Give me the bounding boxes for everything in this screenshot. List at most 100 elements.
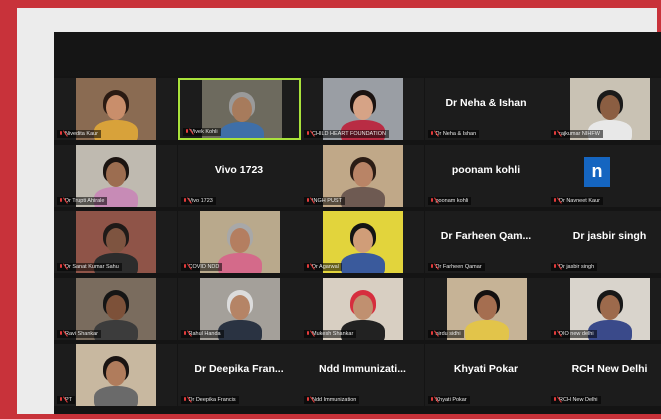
participant-tile[interactable]: rajkumar NIHFW xyxy=(548,78,661,140)
participant-face xyxy=(231,97,252,122)
participant-name-label: Dr Agarwal xyxy=(304,263,342,271)
participant-tile[interactable]: Dr Farheen Qam... Dr Farheen Qamar xyxy=(424,211,548,273)
participant-name-text: COVID NDD xyxy=(188,264,220,270)
participant-name-text: Dr Navneet Kaur xyxy=(559,197,600,204)
participant-tile[interactable]: COVID NDD xyxy=(177,211,301,273)
participant-name-text: DIO new delhi xyxy=(559,330,594,337)
muted-mic-icon xyxy=(59,264,63,270)
participant-name-text: RCH New Delhi xyxy=(559,397,598,403)
participant-face xyxy=(106,95,126,120)
muted-mic-icon xyxy=(553,264,557,270)
participant-face xyxy=(476,294,497,320)
muted-mic-icon xyxy=(306,131,310,137)
participant-tile[interactable]: Rahul Handa xyxy=(177,277,301,340)
avatar-logo: n xyxy=(584,156,610,187)
participant-name-label: nirdu sidhi xyxy=(427,329,464,338)
participant-name-text: nirdu sidhi xyxy=(435,330,461,337)
participant-name-label: DIO new delhi xyxy=(551,329,597,338)
participant-display-name: Dr Deepika Fran... xyxy=(194,363,284,375)
participant-name-text: Nivedita Kaur xyxy=(65,131,99,137)
participant-name-text: Dr Agarwal xyxy=(312,264,339,270)
participant-name-text: Ndd Immunization xyxy=(312,397,357,403)
participant-tile[interactable]: Dr Deepika Fran... Dr Deepika Francis xyxy=(177,344,301,406)
participant-tile[interactable]: Nivedita Kaur xyxy=(54,78,177,140)
participant-tile[interactable]: Mukesh Shankar xyxy=(301,277,424,340)
participant-display-name: Ndd Immunizati... xyxy=(319,363,406,375)
participant-name-text: poonam kohli xyxy=(435,197,469,204)
muted-mic-icon xyxy=(553,197,557,204)
muted-mic-icon xyxy=(59,197,63,204)
muted-mic-icon xyxy=(183,330,187,337)
participant-name-label: Nivedita Kaur xyxy=(57,130,102,138)
meeting-window: Nivedita Kaur Vivek Kohli CHILD HEART FOUN… xyxy=(54,32,661,414)
meeting-top-bar xyxy=(54,32,661,76)
participant-tile[interactable]: PT xyxy=(54,344,177,406)
muted-mic-icon xyxy=(185,129,189,135)
participant-face xyxy=(353,228,373,253)
muted-mic-icon xyxy=(183,197,187,204)
participant-tile[interactable]: DIO new delhi xyxy=(548,277,661,340)
participant-name-label: Vivek Kohli xyxy=(182,128,221,136)
muted-mic-icon xyxy=(430,264,434,270)
participant-tile[interactable]: Vivo 1723 Vivo 1723 xyxy=(177,144,301,207)
participant-name-label: CHILD HEART FOUNDATION xyxy=(304,130,389,138)
participant-tile[interactable]: Dr Agarwal xyxy=(301,211,424,273)
participant-name-label: INGH PUST xyxy=(304,196,345,205)
participant-name-text: Dr jasbir singh xyxy=(559,264,595,270)
participant-name-label: RCH New Delhi xyxy=(551,396,601,404)
participant-tile[interactable]: poonam kohli poonam kohli xyxy=(424,144,548,207)
participant-face xyxy=(106,228,126,253)
participant-name-label: Dr Neha & Ishan xyxy=(427,130,480,138)
participant-face xyxy=(106,361,126,386)
participant-tile[interactable]: INGH PUST xyxy=(301,144,424,207)
participant-tile[interactable]: CHILD HEART FOUNDATION xyxy=(301,78,424,140)
participant-name-label: Dr Navneet Kaur xyxy=(551,196,603,205)
participant-face xyxy=(600,294,620,320)
participant-name-label: Ndd Immunization xyxy=(304,396,360,404)
muted-mic-icon xyxy=(183,397,187,403)
participant-name-text: Dr Deepika Francis xyxy=(188,397,236,403)
participant-display-name: RCH New Delhi xyxy=(571,363,648,375)
muted-mic-icon xyxy=(306,264,310,270)
muted-mic-icon xyxy=(306,397,310,403)
participant-face xyxy=(353,95,373,120)
participant-tile[interactable]: n Dr Navneet Kaur xyxy=(548,144,661,207)
participant-face xyxy=(600,95,620,120)
participant-tile[interactable]: Dr jasbir singh Dr jasbir singh xyxy=(548,211,661,273)
muted-mic-icon xyxy=(430,131,434,137)
participant-name-label: Vivo 1723 xyxy=(180,196,216,205)
participant-tile[interactable]: Dr Sanat Kumar Sahu xyxy=(54,211,177,273)
participant-name-text: Dr Sanat Kumar Sahu xyxy=(65,264,119,270)
participant-name-text: rajkumar NIHFW xyxy=(559,131,600,137)
participant-name-label: Dr jasbir singh xyxy=(551,263,598,271)
participant-name-text: Mukesh Shankar xyxy=(312,330,354,337)
muted-mic-icon xyxy=(183,264,187,270)
participant-tile[interactable]: Ndd Immunizati... Ndd Immunization xyxy=(301,344,424,406)
muted-mic-icon xyxy=(430,397,434,403)
participant-face xyxy=(106,294,126,320)
participant-tile[interactable]: Vivek Kohli xyxy=(177,78,301,140)
participant-display-name: poonam kohli xyxy=(451,163,521,176)
participant-tile[interactable]: Dr Neha & Ishan Dr Neha & Ishan xyxy=(424,78,548,140)
muted-mic-icon xyxy=(306,197,310,204)
participant-gallery: Nivedita Kaur Vivek Kohli CHILD HEART FOUN… xyxy=(54,78,661,414)
participant-tile[interactable]: nirdu sidhi xyxy=(424,277,548,340)
slide-frame: Nivedita Kaur Vivek Kohli CHILD HEART FOUN… xyxy=(17,8,661,414)
participant-face xyxy=(353,161,373,187)
participant-name-text: Dr Farheen Qamar xyxy=(435,264,482,270)
participant-name-text: INGH PUST xyxy=(312,197,342,204)
muted-mic-icon xyxy=(553,330,557,337)
participant-tile[interactable]: RCH New Delhi RCH New Delhi xyxy=(548,344,661,406)
participant-name-text: Rahul Handa xyxy=(188,330,221,337)
participant-face xyxy=(106,161,126,187)
participant-name-label: Dr Trupti Ahirale xyxy=(57,196,108,205)
participant-tile[interactable]: Khyati Pokar Khyati Pokar xyxy=(424,344,548,406)
participant-display-name: Dr Neha & Ishan xyxy=(445,97,527,109)
participant-tile[interactable]: Dr Trupti Ahirale xyxy=(54,144,177,207)
muted-mic-icon xyxy=(59,397,63,403)
participant-name-label: Dr Sanat Kumar Sahu xyxy=(57,263,122,271)
participant-name-label: rajkumar NIHFW xyxy=(551,130,603,138)
muted-mic-icon xyxy=(59,131,63,137)
participant-name-label: Mukesh Shankar xyxy=(304,329,357,338)
participant-tile[interactable]: Ravi Shankar xyxy=(54,277,177,340)
